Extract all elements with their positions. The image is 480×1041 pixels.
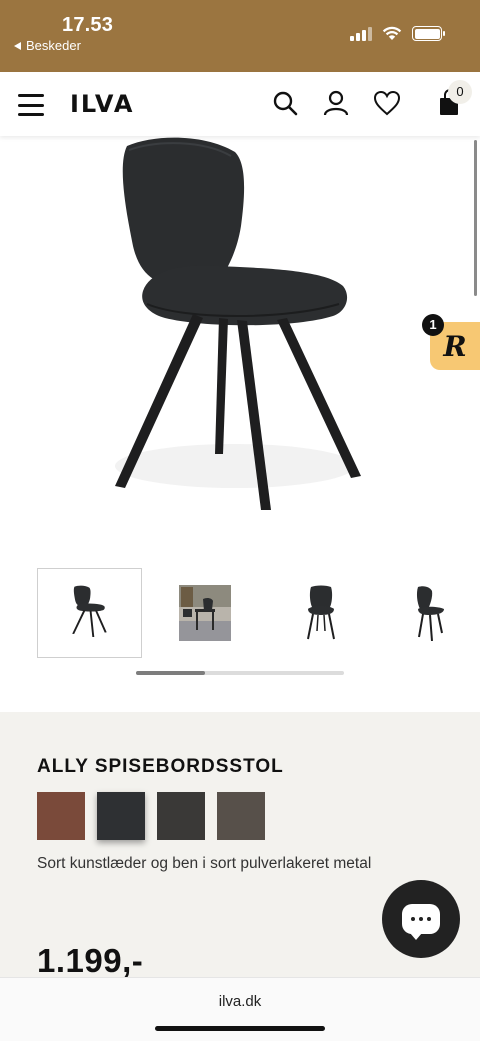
user-icon[interactable] [321,88,351,118]
back-to-app-link[interactable]: Beskeder [14,38,81,53]
status-time: 17.53 [62,14,114,36]
back-arrow-icon [14,41,21,50]
product-main-image[interactable] [0,136,480,556]
product-name: SPISEBORDSSTOL [94,756,284,777]
thumbnail-2[interactable] [178,568,232,658]
ilva-logo[interactable]: ILVA [70,90,134,118]
thumbnail-3[interactable] [296,568,346,658]
browser-address-bar: ilva.dk [0,977,480,1041]
chair-side-thumb-image [416,586,444,641]
thumbnail-4[interactable] [408,568,448,658]
cellular-signal-icon [350,26,372,41]
chat-button[interactable] [382,880,460,958]
site-header: ILVA 0 [0,72,480,136]
thumbnail-strip [0,568,480,660]
variant-description: Sort kunstlæder og ben i sort pulverlake… [37,855,372,872]
chair-image [115,137,361,510]
product-price: 1.199,- [37,942,144,979]
product-brand: ALLY [37,756,89,777]
status-icons [350,26,445,41]
room-thumb-image [179,585,231,641]
battery-icon [412,26,445,41]
cart-count-badge: 0 [448,80,472,104]
search-icon[interactable] [270,88,300,118]
wifi-icon [382,26,402,40]
status-bar: 17.53 Beskeder [0,0,480,72]
back-to-app-label: Beskeder [26,38,81,53]
swatch-taupe[interactable] [217,792,265,840]
swatch-brown[interactable] [37,792,85,840]
menu-icon[interactable] [18,94,44,116]
swatch-dark-grey[interactable] [157,792,205,840]
review-count-badge: 1 [422,314,444,336]
chair-thumb-image [71,585,107,637]
thumbnail-1[interactable] [37,568,142,658]
thumbnail-scrollbar[interactable] [136,671,344,675]
thumbnail-scrollbar-handle[interactable] [136,671,205,675]
url-label[interactable]: ilva.dk [0,993,480,1010]
chair-front-thumb-image [307,585,335,640]
heart-icon[interactable] [372,88,402,118]
chat-icon [402,904,440,940]
home-indicator[interactable] [155,1026,325,1031]
swatch-black[interactable] [97,792,145,840]
product-title: ALLY SPISEBORDSSTOL [37,756,284,778]
color-swatches [37,792,265,840]
